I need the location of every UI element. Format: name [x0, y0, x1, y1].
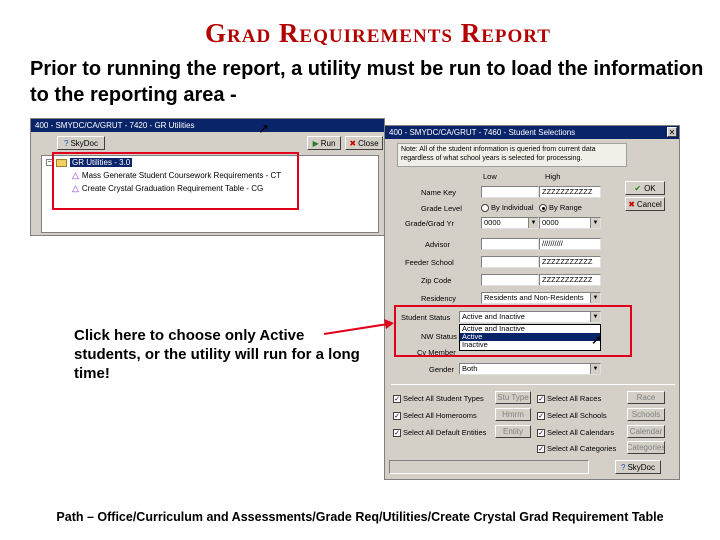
- high-column-header: High: [545, 172, 561, 181]
- select-all-races-check[interactable]: ✓ Select All Races: [537, 394, 601, 403]
- close-icon: ✖: [349, 138, 357, 148]
- by-individual-option[interactable]: By Individual: [481, 203, 534, 212]
- select-all-homerooms-check[interactable]: ✓ Select All Homerooms: [393, 411, 477, 420]
- dropdown-arrow-icon[interactable]: ▼: [590, 218, 600, 228]
- select-all-calendars-check[interactable]: ✓ Select All Calendars: [537, 428, 614, 437]
- dropdown-arrow-icon[interactable]: ▼: [590, 293, 600, 303]
- gender-label: Gender: [429, 365, 455, 374]
- checkbox[interactable]: ✓: [393, 394, 401, 403]
- footer-path: Path – Office/Curriculum and Assessments…: [56, 510, 664, 524]
- divider: [391, 384, 675, 385]
- intro-text: Prior to running the report, a utility m…: [30, 58, 704, 106]
- residency-select[interactable]: Residents and Non-Residents ▼: [481, 292, 601, 304]
- grade-level-label: Grade Level: [421, 204, 462, 213]
- advisor-label: Advisor: [425, 240, 451, 249]
- skydoc-icon: ?: [63, 138, 69, 148]
- checkbox[interactable]: ✓: [537, 444, 545, 453]
- zip-code-high-field[interactable]: ZZZZZZZZZZZ: [539, 274, 601, 286]
- stu-type-button[interactable]: Stu Type: [495, 391, 531, 404]
- race-button[interactable]: Race: [627, 391, 665, 404]
- checkbox[interactable]: ✓: [537, 428, 545, 437]
- close-button[interactable]: ✖ Close: [345, 136, 383, 150]
- advisor-low-field[interactable]: [481, 238, 539, 250]
- gr-utilities-title: 400 - SMYDC/CA/GRUT - 7420 - GR Utilitie…: [35, 121, 195, 130]
- schools-button[interactable]: Schools: [627, 408, 665, 421]
- select-all-default-entities-check[interactable]: ✓ Select All Default Entities: [393, 428, 486, 437]
- select-all-schools-check[interactable]: ✓ Select All Schools: [537, 411, 607, 420]
- checkbox[interactable]: ✓: [393, 411, 401, 420]
- run-icon: ▶: [312, 138, 319, 148]
- hmrm-button[interactable]: Hmrm: [495, 408, 531, 421]
- calendar-button[interactable]: Calendar: [627, 425, 665, 438]
- entity-button[interactable]: Entity: [495, 425, 531, 438]
- student-selections-titlebar: 400 - SMYDC/CA/GRUT - 7460 - Student Sel…: [385, 126, 679, 139]
- feeder-school-label: Feeder School: [405, 258, 454, 267]
- skydoc-button[interactable]: ? SkyDoc: [57, 136, 105, 150]
- skydoc-button-bottom[interactable]: ? SkyDoc: [615, 460, 661, 474]
- student-selections-title: 400 - SMYDC/CA/GRUT - 7460 - Student Sel…: [389, 128, 576, 137]
- name-key-high-field[interactable]: ZZZZZZZZZZZ: [539, 186, 601, 198]
- check-icon: ✔: [634, 183, 642, 193]
- name-key-low-field[interactable]: [481, 186, 539, 198]
- highlight-box-tree: [52, 152, 299, 210]
- residency-label: Residency: [421, 294, 457, 303]
- callout-text: Click here to choose only Active student…: [74, 327, 360, 382]
- by-range-radio[interactable]: [539, 203, 547, 212]
- skydoc-icon: ?: [620, 462, 626, 472]
- info-note: Note: All of the student information is …: [397, 143, 627, 167]
- cancel-icon: ✖: [628, 199, 635, 209]
- zip-code-low-field[interactable]: [481, 274, 539, 286]
- categories-button[interactable]: Categories: [627, 441, 665, 454]
- grade-grad-label: Grade/Grad Yr: [405, 219, 455, 228]
- select-all-categories-check[interactable]: ✓ Select All Categories: [537, 444, 616, 453]
- name-key-label: Name Key: [421, 188, 457, 197]
- ok-button[interactable]: ✔ OK: [625, 181, 665, 195]
- gr-utilities-toolbar: ? SkyDoc ▶ Run ✖ Close: [35, 136, 383, 152]
- cancel-button[interactable]: ✖ Cancel: [625, 197, 665, 211]
- dropdown-arrow-icon[interactable]: ▼: [528, 218, 538, 228]
- run-button[interactable]: ▶ Run: [307, 136, 341, 150]
- checkbox[interactable]: ✓: [537, 394, 545, 403]
- zip-code-label: Zip Code: [421, 276, 452, 285]
- slide-title: Grad Requirements Report: [205, 18, 551, 48]
- checkbox[interactable]: ✓: [393, 428, 401, 437]
- dropdown-arrow-icon[interactable]: ▼: [590, 364, 600, 374]
- grade-low-field[interactable]: 0000 ▼: [481, 217, 539, 229]
- mouse-cursor-icon: ➚: [258, 120, 270, 136]
- gender-select[interactable]: Both ▼: [459, 363, 601, 375]
- by-individual-radio[interactable]: [481, 203, 489, 212]
- window-close-icon[interactable]: ✕: [667, 127, 677, 137]
- feeder-school-high-field[interactable]: ZZZZZZZZZZZ: [539, 256, 601, 268]
- select-all-student-types-check[interactable]: ✓ Select All Student Types: [393, 394, 484, 403]
- highlight-box-status: [394, 305, 632, 357]
- feeder-school-low-field[interactable]: [481, 256, 539, 268]
- low-column-header: Low: [483, 172, 497, 181]
- status-bar: [389, 460, 589, 474]
- student-selections-window: 400 - SMYDC/CA/GRUT - 7460 - Student Sel…: [384, 125, 680, 480]
- checkbox[interactable]: ✓: [537, 411, 545, 420]
- advisor-high-field[interactable]: //////////: [539, 238, 601, 250]
- by-range-option[interactable]: By Range: [539, 203, 582, 212]
- gr-utilities-titlebar: 400 - SMYDC/CA/GRUT - 7420 - GR Utilitie…: [31, 119, 384, 132]
- grade-high-field[interactable]: 0000 ▼: [539, 217, 601, 229]
